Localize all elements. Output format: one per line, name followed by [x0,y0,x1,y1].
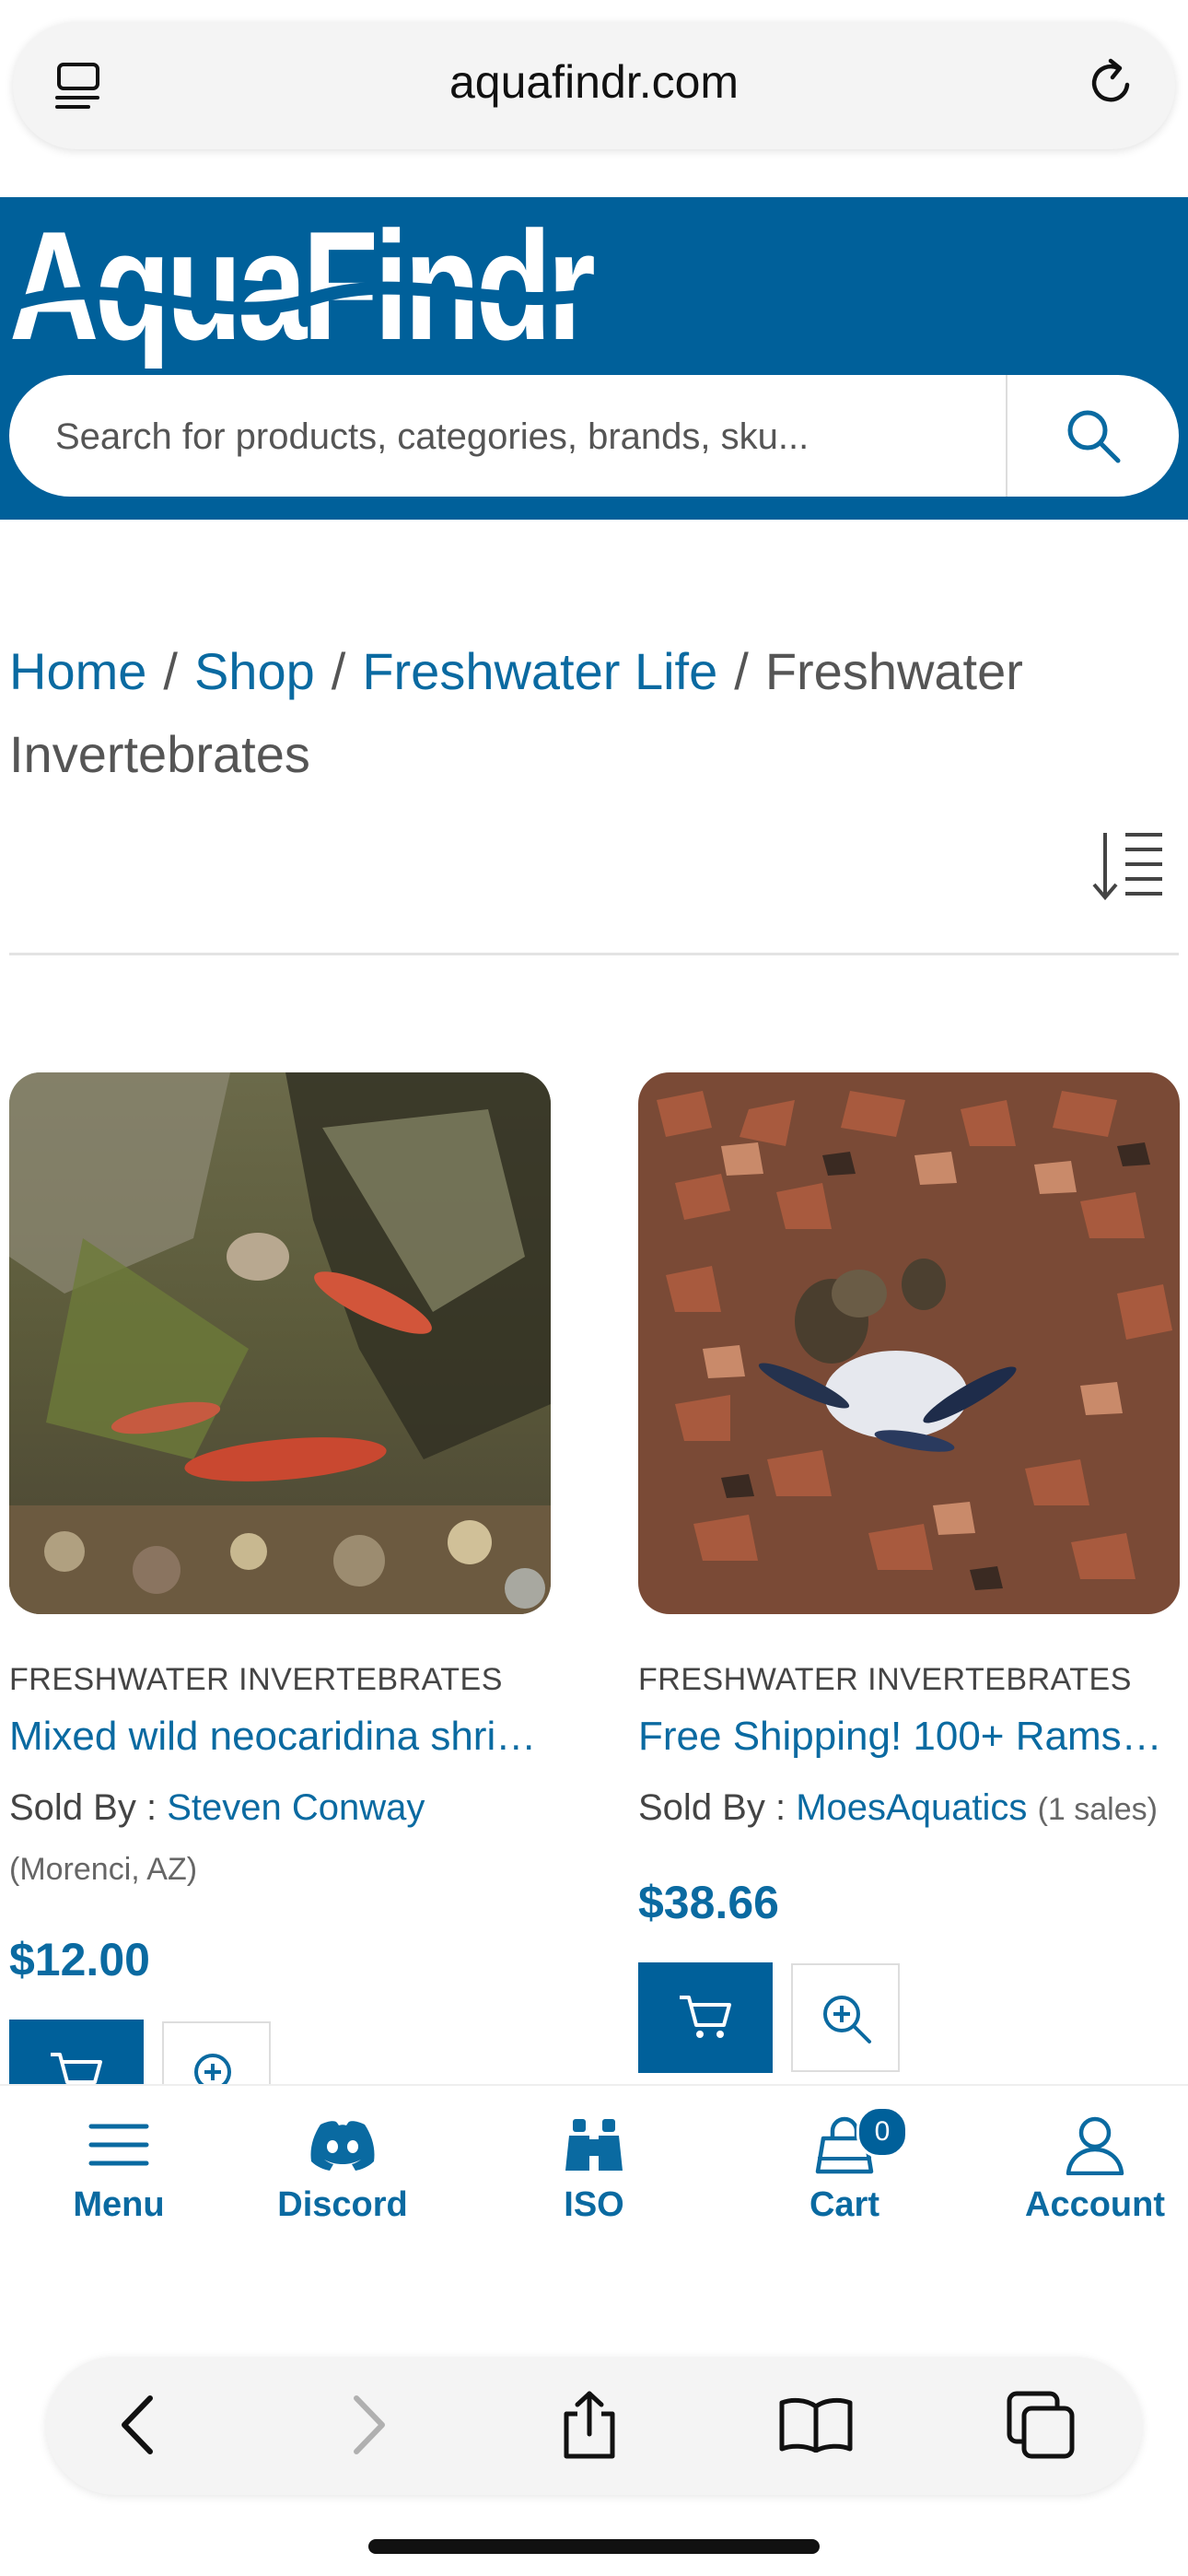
search-icon [1063,405,1124,466]
divider [9,953,1179,955]
book-icon [778,2397,854,2453]
breadcrumb-home[interactable]: Home [9,642,146,700]
chevron-left-icon [115,2393,161,2457]
product-title-link[interactable]: Free Shipping! 100+ Ramsh… [638,1714,1180,1760]
product-image-2[interactable] [638,1072,1180,1614]
tabs-button[interactable] [1004,2388,1077,2462]
tabs-icon [1006,2390,1076,2460]
product-title-link[interactable]: Mixed wild neocaridina shri… [9,1714,551,1760]
seller-location: (Morenci, AZ) [9,1852,198,1887]
nav-iso[interactable]: ISO [475,2110,713,2225]
back-button[interactable] [101,2388,175,2462]
nav-cart[interactable]: Cart [726,2110,963,2225]
discord-icon [308,2117,378,2172]
bookmarks-button[interactable] [779,2388,853,2462]
product-category: FRESHWATER INVERTEBRATES [9,1662,503,1697]
nav-discord[interactable]: Discord [224,2110,461,2225]
seller-link[interactable]: Steven Conway [167,1787,425,1828]
nav-label: Menu [73,2185,165,2224]
add-to-cart-button[interactable] [638,1962,773,2073]
sold-by-label: Sold By : [638,1787,786,1828]
breadcrumb-separator: / [163,642,178,700]
nav-label: Cart [809,2185,880,2224]
breadcrumb-freshwater-life[interactable]: Freshwater Life [362,642,717,700]
sales-count: (1 sales) [1037,1792,1158,1827]
breadcrumb: Home / Shop / Freshwater Life / Freshwater Inv… [9,630,1151,796]
zoom-in-icon [818,1990,873,2045]
site-logo[interactable]: AquaFindr [9,203,599,369]
share-icon [559,2390,620,2460]
sold-by: Sold By : MoesAquatics (1 sales) [638,1787,1158,1829]
binoculars-icon [564,2117,624,2172]
reload-icon[interactable] [1085,55,1140,111]
product-price: $12.00 [9,1934,150,1985]
menu-icon [88,2117,149,2172]
nav-menu[interactable]: Menu [0,2110,238,2225]
product-image-1[interactable] [9,1072,551,1614]
forward-button[interactable] [332,2388,405,2462]
nav-label: ISO [564,2185,624,2224]
breadcrumb-separator: / [734,642,749,700]
svg-text:AquaFindr: AquaFindr [9,203,594,369]
breadcrumb-shop[interactable]: Shop [194,642,315,700]
nav-account[interactable]: Account [976,2110,1188,2225]
product-price: $38.66 [638,1877,779,1928]
search-bar [9,375,1179,497]
cart-icon [678,1992,733,2043]
quick-view-button[interactable] [791,1963,900,2072]
url-text[interactable]: aquafindr.com [0,55,1188,109]
nav-label: Discord [277,2185,408,2224]
product-category: FRESHWATER INVERTEBRATES [638,1662,1132,1697]
sort-icon[interactable] [1089,827,1166,905]
breadcrumb-separator: / [331,642,346,700]
sold-by-label: Sold By : [9,1787,157,1828]
cart-count-badge: 0 [856,2106,908,2158]
search-input[interactable] [53,375,978,497]
chevron-right-icon [345,2393,391,2457]
share-button[interactable] [553,2388,626,2462]
account-icon [1065,2114,1125,2175]
search-button[interactable] [1007,375,1179,497]
sold-by: Sold By : Steven Conway [9,1787,425,1829]
seller-link[interactable]: MoesAquatics [796,1787,1027,1828]
home-indicator [368,2539,820,2554]
nav-label: Account [1025,2185,1165,2224]
